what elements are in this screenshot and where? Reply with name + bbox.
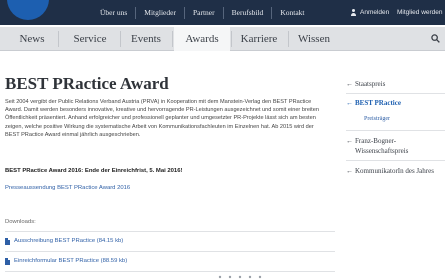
sidebar-item-kommunikatorin[interactable]: ← KommunikatorIn des Jahres [346,166,445,176]
sidebar-item-label: KommunikatorIn des Jahres [355,167,434,175]
document-icon [5,257,10,265]
sidebar-divider [346,93,445,94]
tab-news[interactable]: News [8,27,56,51]
sidebar-divider [346,130,445,131]
sidebar-subitem-preistraeger[interactable]: Preisträger [364,116,390,122]
arrow-left-icon: ← [346,99,353,107]
tab-awards[interactable]: Awards [174,27,230,51]
top-bar: Über uns Mitglieder Partner Berufsbild K… [0,0,445,25]
sidebar-item-label: Franz-Bogner-Wissenschaftspreis [355,137,409,155]
decorative-dots [218,275,262,279]
sidebar-item-best-practice[interactable]: ← BEST PRactice [346,98,445,108]
login-link[interactable]: Anmelden [350,0,389,25]
top-nav-ueber-uns[interactable]: Über uns [92,8,135,17]
arrow-left-icon: ← [346,80,353,88]
document-icon [5,237,10,245]
become-member-link[interactable]: Mitglied werden [397,0,443,25]
download-label: Einreichformular BEST PRactice (88.59 kb… [14,258,128,264]
tab-events[interactable]: Events [122,27,170,51]
tab-separator [288,31,289,47]
tab-wissen[interactable]: Wissen [290,27,338,51]
arrow-left-icon: ← [346,167,353,175]
sidebar-item-staatspreis[interactable]: ← Staatspreis [346,79,445,89]
divider [5,271,335,272]
login-label: Anmelden [360,9,390,16]
download-item[interactable]: Einreichformular BEST PRactice (88.59 kb… [5,253,335,269]
divider [5,251,335,252]
tab-separator [120,31,121,47]
arrow-left-icon: ← [346,137,353,145]
sidebar-item-franz-bogner[interactable]: ← Franz-Bogner-Wissenschaftspreis [346,136,445,156]
tab-separator [58,31,59,47]
logo[interactable] [7,0,49,20]
intro-paragraph: Seit 2004 vergibt der Public Relations V… [5,99,319,138]
top-nav-partner[interactable]: Partner [185,8,223,17]
main-nav: News Service Events Awards Karriere Wiss… [0,27,445,51]
tab-separator [172,31,173,47]
download-label: Ausschreibung BEST PRactice (84.15 kb) [14,238,124,244]
search-icon[interactable] [431,34,440,43]
deadline-notice: BEST PRactice Award 2016: Ende der Einre… [5,168,183,174]
top-nav: Über uns Mitglieder Partner Berufsbild K… [92,0,312,25]
top-nav-kontakt[interactable]: Kontakt [272,8,312,17]
tab-separator [231,31,232,47]
tab-service[interactable]: Service [62,27,118,51]
top-nav-berufsbild[interactable]: Berufsbild [224,8,272,17]
divider [5,231,335,232]
sidebar-item-label: Staatspreis [355,80,386,88]
tab-karriere[interactable]: Karriere [233,27,285,51]
sidebar-divider [346,160,445,161]
user-icon [350,9,357,16]
download-item[interactable]: Ausschreibung BEST PRactice (84.15 kb) [5,233,335,249]
press-release-link[interactable]: Presseaussendung BEST PRactice Award 201… [5,185,130,191]
top-nav-mitglieder[interactable]: Mitglieder [136,8,184,17]
downloads-heading: Downloads: [5,219,36,225]
sidebar-item-label: BEST PRactice [355,99,401,107]
page-title: BEST PRactice Award [5,74,169,93]
